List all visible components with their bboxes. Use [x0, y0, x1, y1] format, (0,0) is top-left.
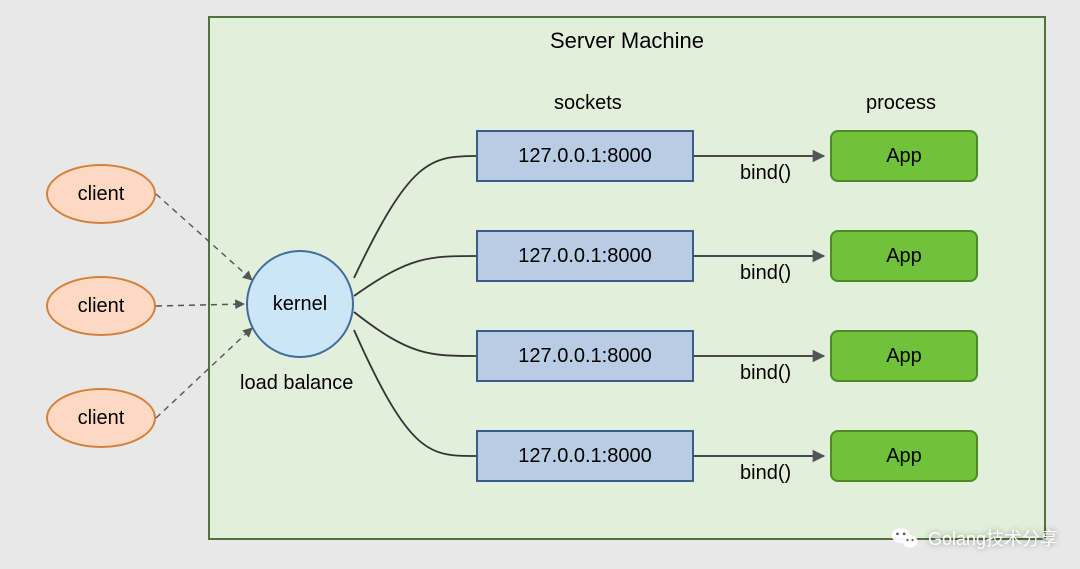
kernel-node: kernel	[246, 250, 354, 358]
client-node: client	[46, 276, 156, 336]
wechat-icon	[890, 523, 920, 553]
socket-label: 127.0.0.1:8000	[518, 445, 651, 468]
app-box: App	[830, 130, 978, 182]
app-box: App	[830, 430, 978, 482]
socket-box: 127.0.0.1:8000	[476, 330, 694, 382]
socket-box: 127.0.0.1:8000	[476, 230, 694, 282]
client-node: client	[46, 164, 156, 224]
client-label: client	[78, 407, 125, 430]
sockets-header: sockets	[554, 92, 622, 115]
app-box: App	[830, 330, 978, 382]
client-node: client	[46, 388, 156, 448]
socket-label: 127.0.0.1:8000	[518, 245, 651, 268]
socket-box: 127.0.0.1:8000	[476, 130, 694, 182]
process-header: process	[866, 92, 936, 115]
kernel-label: kernel	[273, 293, 327, 316]
socket-box: 127.0.0.1:8000	[476, 430, 694, 482]
socket-label: 127.0.0.1:8000	[518, 345, 651, 368]
client-label: client	[78, 295, 125, 318]
app-label: App	[886, 445, 922, 468]
bind-label: bind()	[740, 462, 791, 485]
server-title: Server Machine	[210, 28, 1044, 54]
client-label: client	[78, 183, 125, 206]
load-balance-label: load balance	[240, 372, 353, 395]
bind-label: bind()	[740, 262, 791, 285]
bind-label: bind()	[740, 362, 791, 385]
app-label: App	[886, 145, 922, 168]
watermark: Golang技术分享	[890, 523, 1058, 553]
app-label: App	[886, 245, 922, 268]
socket-label: 127.0.0.1:8000	[518, 145, 651, 168]
app-box: App	[830, 230, 978, 282]
app-label: App	[886, 345, 922, 368]
bind-label: bind()	[740, 162, 791, 185]
watermark-text: Golang技术分享	[928, 525, 1058, 551]
